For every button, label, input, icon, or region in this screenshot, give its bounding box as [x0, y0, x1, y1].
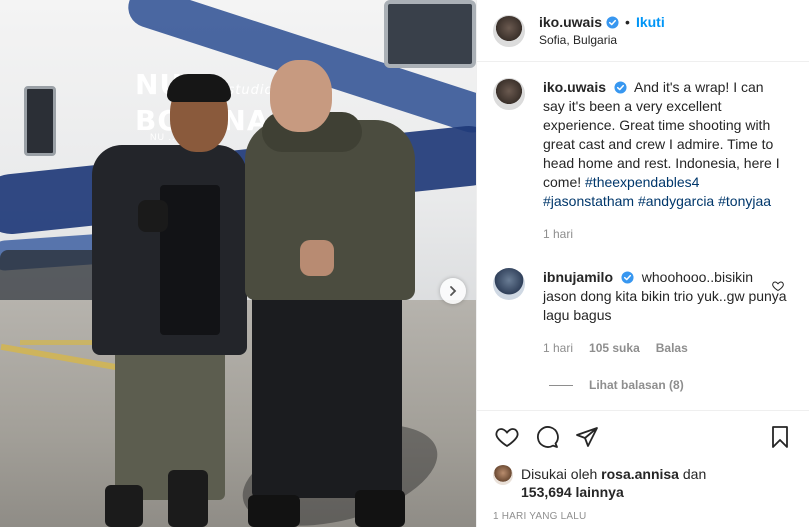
header-text: iko.uwais • Ikuti Sofia, Bulgaria — [539, 14, 665, 47]
caption-time[interactable]: 1 hari — [543, 225, 573, 244]
avatar[interactable] — [493, 268, 525, 300]
person-right-boot — [248, 495, 300, 527]
action-icons — [493, 423, 794, 451]
comment-time[interactable]: 1 hari — [543, 339, 573, 358]
action-bar: Disukai oleh rosa.annisa dan 153,694 lai… — [477, 410, 809, 522]
caption: iko.uwais And it's a wrap! I can say it'… — [493, 78, 794, 244]
comments-section: iko.uwais And it's a wrap! I can say it'… — [477, 62, 809, 410]
post-side-panel: iko.uwais • Ikuti Sofia, Bulgaria iko.uw… — [476, 0, 809, 527]
reply-button[interactable]: Balas — [656, 339, 688, 358]
view-replies-button[interactable]: Lihat balasan (8) — [549, 378, 794, 392]
post-timestamp[interactable]: 1 HARI YANG LALU — [493, 511, 794, 522]
verified-icon — [606, 15, 619, 29]
next-photo-button[interactable] — [440, 278, 466, 304]
likes-conjunction: dan — [682, 466, 707, 482]
share-button[interactable] — [573, 423, 601, 451]
header-row: iko.uwais • Ikuti — [539, 14, 665, 30]
person-right-head — [270, 60, 332, 132]
liker-username[interactable]: rosa.annisa — [601, 466, 679, 482]
save-button[interactable] — [766, 423, 794, 451]
caption-meta: 1 hari — [543, 225, 788, 244]
heart-icon[interactable] — [772, 280, 784, 292]
person-left-hair — [167, 74, 231, 102]
person-right-fist — [300, 240, 334, 276]
comment-button[interactable] — [533, 423, 561, 451]
avatar[interactable] — [493, 78, 525, 110]
post-header: iko.uwais • Ikuti Sofia, Bulgaria — [477, 0, 809, 62]
person-left-vest — [160, 185, 220, 335]
chevron-right-icon — [450, 286, 457, 296]
caption-body: iko.uwais And it's a wrap! I can say it'… — [543, 78, 788, 244]
likes-summary: Disukai oleh rosa.annisa dan 153,694 lai… — [493, 465, 794, 501]
comment-body: ibnujamilo whoohooo..bisikin jason dong … — [543, 268, 788, 358]
like-button[interactable] — [493, 423, 521, 451]
person-left-fist — [138, 200, 168, 232]
person-right-boot — [355, 490, 405, 527]
comment-likes[interactable]: 105 suka — [589, 339, 640, 358]
caption-username[interactable]: iko.uwais — [543, 79, 606, 95]
person-right-pants — [252, 288, 402, 498]
save-icon — [772, 426, 788, 448]
separator-dot: • — [625, 14, 630, 30]
person-left-boot — [105, 485, 143, 527]
likes-text: Disukai oleh rosa.annisa dan 153,694 lai… — [521, 465, 706, 501]
comment-icon — [537, 426, 559, 448]
comment-meta: 1 hari 105 suka Balas — [543, 339, 788, 358]
follow-button[interactable]: Ikuti — [636, 14, 665, 30]
bus-window — [384, 0, 476, 68]
likes-count-button[interactable]: 153,694 lainnya — [521, 484, 624, 500]
verified-icon — [614, 81, 627, 94]
share-icon — [576, 427, 598, 447]
verified-icon — [621, 271, 634, 284]
comment-item: ibnujamilo whoohooo..bisikin jason dong … — [493, 268, 794, 358]
username-link[interactable]: iko.uwais — [539, 14, 602, 30]
post-photo[interactable]: NU film studios BOYANA NU ... 9332500 — [0, 0, 476, 527]
avatar[interactable] — [493, 465, 513, 485]
comment-username[interactable]: ibnujamilo — [543, 269, 613, 285]
divider — [549, 384, 573, 386]
avatar[interactable] — [493, 14, 525, 47]
view-replies-label: Lihat balasan (8) — [589, 378, 684, 392]
likes-prefix: Disukai oleh — [521, 466, 598, 482]
bus-window — [24, 86, 56, 156]
location-link[interactable]: Sofia, Bulgaria — [539, 33, 665, 47]
person-left-boot — [168, 470, 208, 527]
heart-icon — [495, 428, 519, 448]
